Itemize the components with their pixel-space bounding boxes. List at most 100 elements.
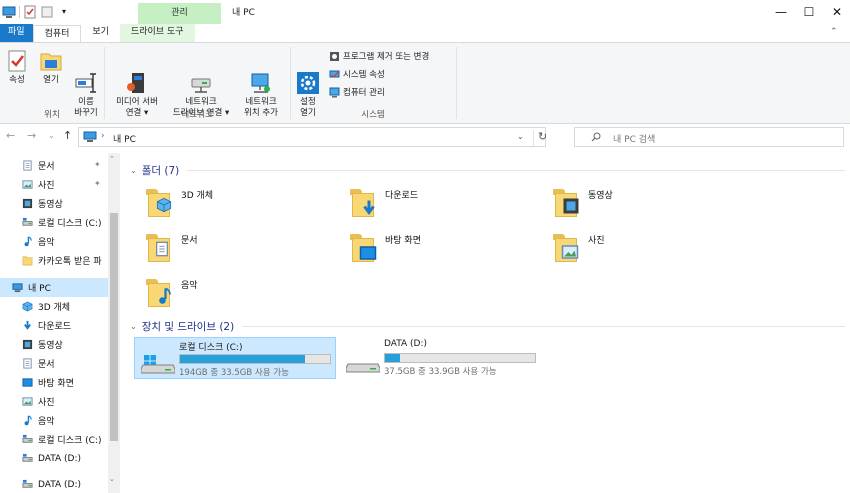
tab-computer[interactable]: 컴퓨터 bbox=[32, 25, 82, 43]
nav-item[interactable]: 3D 개체 bbox=[0, 297, 108, 316]
address-dropdown-icon[interactable]: ⌄ bbox=[517, 132, 524, 141]
drive-icon bbox=[344, 343, 380, 375]
document-icon bbox=[22, 160, 33, 171]
folder-item[interactable]: 음악 bbox=[144, 275, 334, 315]
folder-item[interactable]: 문서 bbox=[144, 230, 334, 270]
address-bar[interactable]: › 내 PC ⌄ ↻ bbox=[78, 127, 547, 147]
open-folder-icon bbox=[39, 49, 63, 73]
drives-section-header[interactable]: ⌄ 장치 및 드라이브 (2) bbox=[130, 319, 845, 334]
computer-management-button[interactable]: 컴퓨터 관리 bbox=[329, 86, 385, 98]
folder-item[interactable]: 사진 bbox=[551, 230, 741, 270]
3d-objects-icon bbox=[22, 301, 33, 312]
group-label-network: 네트워크 bbox=[181, 110, 213, 120]
download-icon bbox=[348, 185, 382, 219]
nav-item-label: 로컬 디스크 (C:) bbox=[38, 436, 102, 446]
drive-usage-bar bbox=[179, 354, 331, 364]
nav-item[interactable]: 바탕 화면 bbox=[0, 373, 108, 392]
drive-item[interactable]: DATA (D:) 37.5GB 중 33.9GB 사용 가능 bbox=[340, 337, 542, 379]
nav-item[interactable]: 문서 ✦ bbox=[0, 156, 108, 175]
video-icon bbox=[22, 339, 33, 350]
new-folder-icon[interactable] bbox=[40, 5, 54, 19]
folder-item[interactable]: 바탕 화면 bbox=[348, 230, 538, 270]
up-arrow-icon[interactable]: ↑ bbox=[63, 129, 72, 142]
back-arrow-icon[interactable]: ← bbox=[6, 129, 15, 142]
nav-item[interactable]: DATA (D:) bbox=[0, 475, 108, 493]
nav-item[interactable]: 동영상 bbox=[0, 194, 108, 213]
nav-item[interactable]: 다운로드 bbox=[0, 316, 108, 335]
properties-button[interactable]: 속성 bbox=[4, 49, 30, 86]
collapse-ribbon-icon[interactable]: ⌃ bbox=[830, 27, 838, 37]
folder-label: 사진 bbox=[588, 236, 605, 246]
uninstall-program-button[interactable]: 프로그램 제거 또는 변경 bbox=[329, 50, 429, 62]
system-properties-label: 시스템 속성 bbox=[343, 70, 385, 80]
video-icon bbox=[551, 185, 585, 219]
folder-item[interactable]: 다운로드 bbox=[348, 185, 538, 225]
document-icon bbox=[22, 358, 33, 369]
nav-item[interactable]: 내 PC bbox=[0, 278, 108, 297]
computer-management-icon bbox=[329, 87, 340, 98]
tab-view[interactable]: 보기 bbox=[81, 24, 120, 42]
forward-arrow-icon[interactable]: → bbox=[27, 129, 36, 142]
network-location-icon bbox=[249, 60, 273, 93]
properties-label: 속성 bbox=[9, 75, 25, 85]
drive-usage-fill bbox=[385, 354, 400, 362]
folder-item[interactable]: 동영상 bbox=[551, 185, 741, 225]
system-properties-icon bbox=[329, 69, 340, 80]
tab-file[interactable]: 파일 bbox=[0, 24, 33, 42]
music-icon bbox=[144, 275, 178, 309]
drives-header-label: 장치 및 드라이브 (2) bbox=[141, 321, 235, 333]
properties-icon[interactable] bbox=[23, 5, 37, 19]
scroll-up-icon[interactable]: ⌃ bbox=[109, 155, 115, 163]
navigation-scrollbar[interactable]: ⌃ ⌄ bbox=[108, 153, 120, 493]
group-label-location: 위치 bbox=[44, 110, 60, 120]
maximize-icon: ☐ bbox=[803, 5, 815, 19]
scrollbar-thumb[interactable] bbox=[110, 213, 118, 441]
drive-icon bbox=[22, 453, 33, 464]
document-icon bbox=[144, 230, 178, 264]
nav-item[interactable]: 음악 bbox=[0, 232, 108, 251]
folder-label: 3D 개체 bbox=[181, 191, 214, 201]
system-properties-button[interactable]: 시스템 속성 bbox=[329, 68, 385, 80]
drive-item[interactable]: 로컬 디스크 (C:) 194GB 중 33.5GB 사용 가능 bbox=[134, 337, 336, 379]
nav-item[interactable]: 카카오톡 받은 파 bbox=[0, 251, 108, 270]
customize-qat-icon[interactable]: ▾ bbox=[57, 5, 71, 19]
chevron-down-icon: ⌄ bbox=[130, 166, 137, 175]
music-icon bbox=[22, 236, 33, 247]
group-label-system: 시스템 bbox=[361, 110, 385, 120]
folder-label: 문서 bbox=[181, 236, 198, 246]
drive-icon bbox=[22, 479, 33, 490]
pictures-icon bbox=[22, 179, 33, 190]
section-divider bbox=[242, 326, 845, 327]
open-button[interactable]: 열기 bbox=[38, 49, 64, 86]
context-tab-title: 관리 bbox=[138, 3, 221, 24]
folders-section-header[interactable]: ⌄ 폴더 (7) bbox=[130, 163, 845, 178]
nav-item[interactable]: 동영상 bbox=[0, 335, 108, 354]
pin-icon: ✦ bbox=[94, 160, 101, 169]
drive-label: 로컬 디스크 (C:) bbox=[179, 343, 243, 353]
nav-item[interactable]: 사진 ✦ bbox=[0, 175, 108, 194]
nav-item[interactable]: 로컬 디스크 (C:) bbox=[0, 213, 108, 232]
refresh-icon[interactable]: ↻ bbox=[533, 130, 547, 146]
nav-item[interactable]: DATA (D:) bbox=[0, 449, 108, 468]
nav-item[interactable]: 문서 bbox=[0, 354, 108, 373]
music-icon bbox=[22, 415, 33, 426]
tab-drive-tools[interactable]: 드라이브 도구 bbox=[119, 24, 195, 42]
nav-item-label: DATA (D:) bbox=[38, 453, 82, 464]
address-path: 내 PC bbox=[113, 135, 136, 145]
nav-item[interactable]: 로컬 디스크 (C:) bbox=[0, 430, 108, 449]
recent-locations-icon[interactable]: ⌄ bbox=[48, 131, 55, 140]
video-icon bbox=[22, 198, 33, 209]
drive-icon bbox=[22, 434, 33, 445]
quick-access-toolbar: ▾ bbox=[2, 3, 71, 21]
search-box[interactable]: 내 PC 검색 bbox=[574, 127, 844, 147]
ribbon-tabs: 파일 컴퓨터 보기 드라이브 도구 bbox=[0, 24, 850, 43]
scroll-down-icon[interactable]: ⌄ bbox=[109, 475, 115, 483]
pictures-icon bbox=[551, 230, 585, 264]
folder-item[interactable]: 3D 개체 bbox=[144, 185, 334, 225]
search-icon bbox=[591, 132, 601, 142]
nav-item[interactable]: 사진 bbox=[0, 392, 108, 411]
download-icon bbox=[22, 320, 33, 331]
close-button[interactable]: ✕ bbox=[814, 0, 850, 24]
nav-item[interactable]: 음악 bbox=[0, 411, 108, 430]
nav-item-label: 동영상 bbox=[38, 341, 63, 351]
